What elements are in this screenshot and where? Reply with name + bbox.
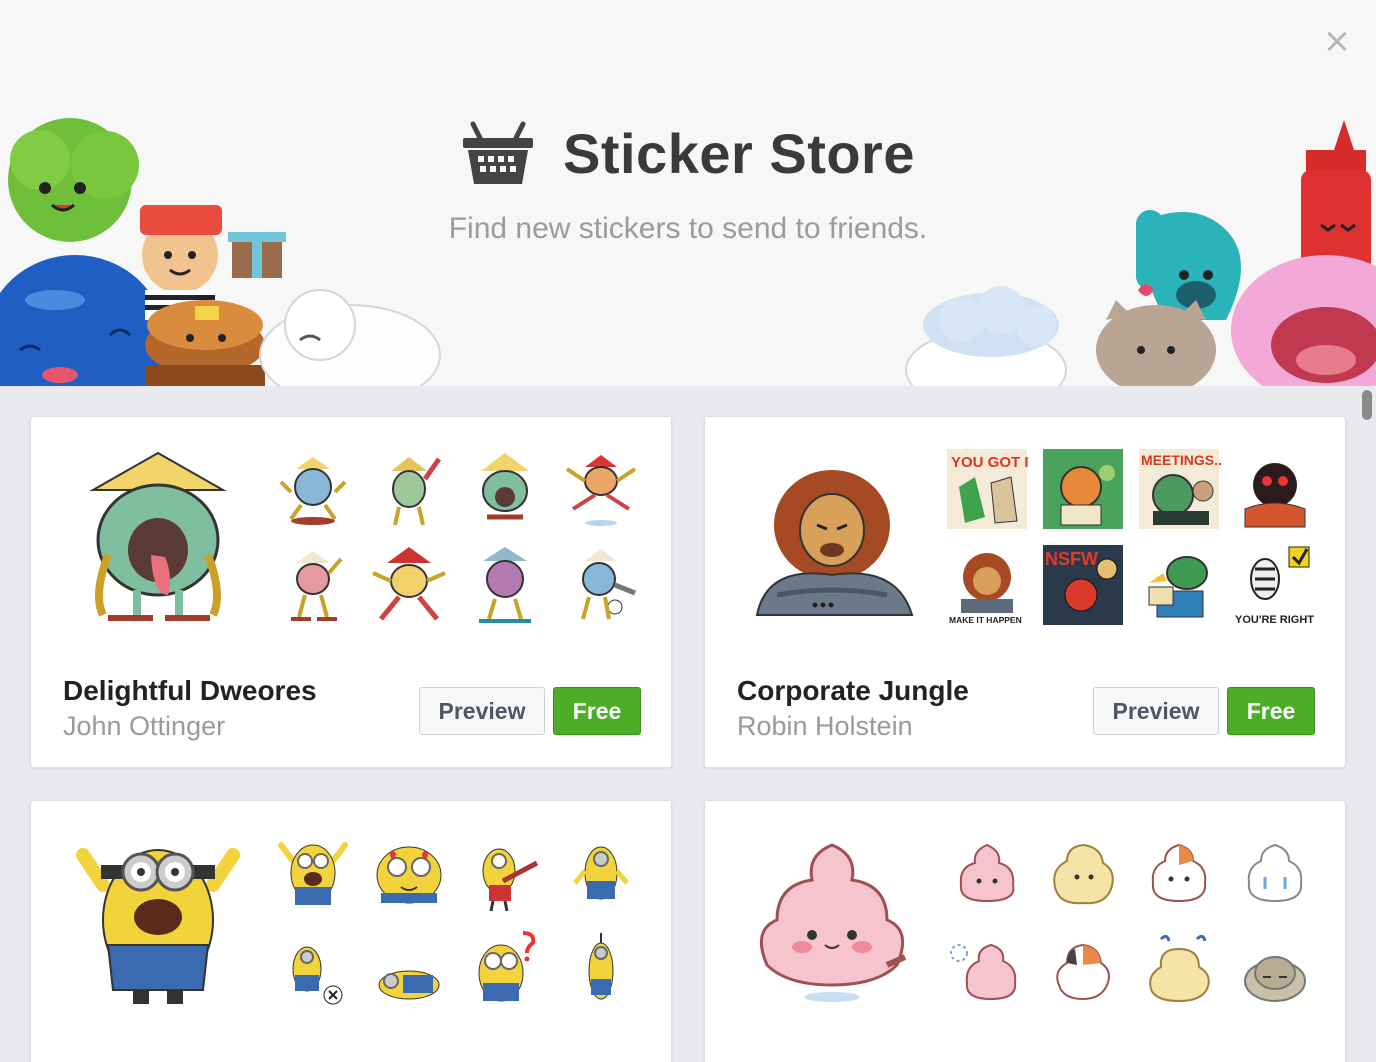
close-icon: × xyxy=(1322,21,1352,61)
sticker-thumbnail xyxy=(372,547,446,621)
page-subtitle: Find new stickers to send to friends. xyxy=(448,212,928,245)
pack-hero-sticker xyxy=(759,843,907,1002)
sticker-thumbnail xyxy=(481,453,529,520)
store-title-row: Sticker Store xyxy=(0,120,1376,186)
sticker-thumbnail xyxy=(1056,943,1110,1001)
sticker-thumbnail xyxy=(292,946,343,1005)
page-title: Sticker Store xyxy=(563,121,915,185)
sticker-thumbnail xyxy=(950,943,1017,1001)
sticker-thumbnail xyxy=(1244,956,1306,1002)
sticker-thumbnail xyxy=(482,848,539,912)
preview-button[interactable]: Preview xyxy=(1093,687,1219,735)
get-free-button[interactable]: Free xyxy=(553,687,641,735)
sticker-thumbnail xyxy=(278,842,348,905)
sticker-caption: MAKE IT HAPPEN xyxy=(949,615,1022,625)
sticker-thumbnail xyxy=(1151,843,1207,903)
pack-hero-sticker xyxy=(755,470,914,616)
sticker-caption: YOU GOT IT xyxy=(951,454,1029,471)
sticker-caption: MEETINGS... xyxy=(1141,452,1221,468)
sticker-thumbnail: MEETINGS... xyxy=(1139,449,1221,529)
pack-sticker-grid xyxy=(271,831,651,1021)
pack-sticker-grid: YOU GOT IT MEETINGS... MAKE IT HAPPEN NS… xyxy=(945,447,1325,637)
pack-hero-sticker xyxy=(76,848,240,1004)
sticker-pack-card[interactable] xyxy=(30,800,672,1062)
sticker-thumbnail xyxy=(959,843,1015,903)
sticker-thumbnail xyxy=(588,933,614,1000)
sticker-thumbnail xyxy=(573,846,629,900)
sticker-thumbnail xyxy=(1139,545,1219,625)
pack-sticker-grid xyxy=(271,447,651,637)
sticker-thumbnail xyxy=(479,547,531,623)
sticker-caption: YOU'RE RIGHT xyxy=(1235,614,1314,626)
sticker-thumbnail xyxy=(1053,843,1114,905)
sticker-pack-card[interactable]: YOU GOT IT MEETINGS... MAKE IT HAPPEN NS… xyxy=(704,416,1346,768)
sticker-thumbnail xyxy=(291,551,343,621)
sticker-thumbnail xyxy=(478,931,536,1002)
sticker-thumbnail xyxy=(1043,449,1123,529)
sticker-thumbnail xyxy=(279,457,347,525)
sticker-caption: NSFW xyxy=(1045,549,1098,569)
sticker-pack-card[interactable]: Delightful Dweores John Ottinger Preview… xyxy=(30,416,672,768)
sticker-thumbnail xyxy=(1235,449,1315,529)
sticker-thumbnail xyxy=(1149,934,1210,1003)
pack-name: Delightful Dweores xyxy=(63,675,317,706)
sticker-thumbnail: NSFW xyxy=(1043,545,1123,625)
scrollbar-thumb[interactable] xyxy=(1362,390,1372,420)
sticker-thumbnail xyxy=(376,846,442,904)
pack-sticker-grid xyxy=(945,831,1325,1021)
store-header: × Sticker Store Find new stickers to sen… xyxy=(0,0,1376,386)
sticker-thumbnail xyxy=(378,970,440,1000)
sticker-thumbnail: YOU GOT IT xyxy=(947,449,1029,529)
close-button[interactable]: × xyxy=(1322,24,1352,58)
basket-icon xyxy=(463,121,533,184)
sticker-pack-list[interactable]: Delightful Dweores John Ottinger Preview… xyxy=(0,386,1376,1062)
sticker-thumbnail xyxy=(581,549,636,620)
pack-name: Corporate Jungle xyxy=(737,675,969,706)
pack-hero-sticker xyxy=(89,451,227,621)
sticker-pack-card[interactable] xyxy=(704,800,1346,1062)
preview-button[interactable]: Preview xyxy=(419,687,545,735)
pack-author: Robin Holstein xyxy=(737,711,913,741)
sticker-thumbnail: YOU'RE RIGHT xyxy=(1235,545,1315,626)
sticker-thumbnail: MAKE IT HAPPEN xyxy=(947,545,1027,625)
get-free-button[interactable]: Free xyxy=(1227,687,1315,735)
sticker-thumbnail xyxy=(1247,843,1303,903)
sticker-thumbnail xyxy=(391,457,442,526)
sticker-thumbnail xyxy=(565,455,637,526)
pack-author: John Ottinger xyxy=(63,711,226,741)
